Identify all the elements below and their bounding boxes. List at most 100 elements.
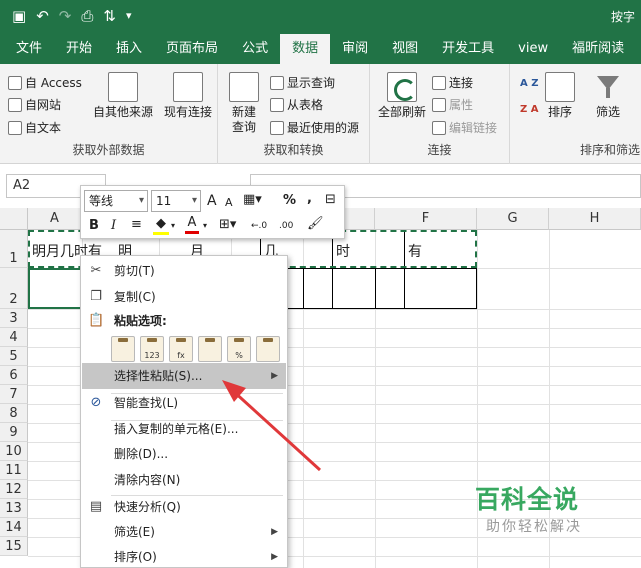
sort-za-icon[interactable]: Z A	[520, 104, 538, 115]
tab-data[interactable]: 数据	[280, 34, 331, 64]
menu-item-cut[interactable]: ✂ 剪切(T)	[82, 258, 286, 284]
paste-link-icon[interactable]	[256, 336, 280, 362]
connections-icon	[432, 75, 446, 90]
watermark-title: 百科全说	[475, 485, 580, 514]
paste-values-icon[interactable]: 123	[140, 336, 164, 362]
customize-qat-icon[interactable]: ▾	[126, 7, 132, 25]
connections-button[interactable]: 连接	[432, 74, 473, 91]
menu-item-delete[interactable]: 删除(D)...	[82, 441, 286, 467]
menu-item-smart-lookup[interactable]: ⊘ 智能查找(L)	[82, 390, 286, 416]
tab-insert[interactable]: 插入	[104, 34, 154, 64]
row-header-6[interactable]: 6	[0, 366, 28, 385]
new-query-button[interactable]: 新建 查询	[224, 72, 264, 135]
font-color-dropdown-icon[interactable]: ▾	[203, 218, 207, 234]
from-table-button[interactable]: 从表格	[270, 96, 323, 113]
tab-foxit[interactable]: 福昕阅读	[560, 34, 636, 64]
row-header-1[interactable]: 1	[0, 230, 28, 268]
select-all-corner[interactable]	[0, 208, 28, 230]
save-icon[interactable]: ▣	[12, 7, 26, 25]
properties-icon	[432, 97, 446, 112]
from-text-button[interactable]: 自文本	[8, 119, 61, 136]
tab-formulas[interactable]: 公式	[230, 34, 280, 64]
menu-item-copy[interactable]: ❐ 复制(C)	[82, 284, 286, 310]
paste-icon[interactable]	[111, 336, 135, 362]
row-header-14[interactable]: 14	[0, 518, 28, 537]
align-center-icon[interactable]: ≡	[131, 217, 142, 233]
borders-icon[interactable]: ⊞▾	[219, 217, 236, 233]
row-header-5[interactable]: 5	[0, 347, 28, 366]
access-icon	[8, 75, 22, 90]
row-header-4[interactable]: 4	[0, 328, 28, 347]
grow-font-button[interactable]: A	[207, 193, 217, 209]
tab-review[interactable]: 审阅	[330, 34, 380, 64]
tab-view[interactable]: 视图	[380, 34, 430, 64]
paste-formulas-icon[interactable]: fx	[169, 336, 193, 362]
row-header-11[interactable]: 11	[0, 461, 28, 480]
format-painter-table-icon[interactable]: ⊟	[325, 192, 336, 208]
filter-button[interactable]: 筛选	[588, 72, 628, 120]
fill-color-dropdown-icon[interactable]: ▾	[171, 218, 175, 234]
tab-developer[interactable]: 开发工具	[430, 34, 506, 64]
row-header-15[interactable]: 15	[0, 537, 28, 556]
paste-transpose-icon[interactable]	[198, 336, 222, 362]
column-header-g[interactable]: G	[477, 208, 549, 230]
tab-home[interactable]: 开始	[54, 34, 104, 64]
sort-button[interactable]: 排序	[540, 72, 580, 120]
menu-item-filter[interactable]: 筛选(E) ▶	[82, 519, 286, 545]
existing-connections-button[interactable]: 现有连接	[160, 72, 216, 120]
menu-item-paste-special[interactable]: 选择性粘贴(S)... ▶	[82, 363, 286, 389]
row-header-12[interactable]: 12	[0, 480, 28, 499]
fill-color-icon[interactable]: ◆	[153, 216, 169, 235]
menu-item-quick-analysis[interactable]: ▤ 快速分析(Q)	[82, 494, 286, 520]
shrink-font-button[interactable]: A	[225, 195, 233, 211]
row-header-9[interactable]: 9	[0, 423, 28, 442]
print-preview-icon[interactable]: ⎙	[81, 7, 93, 25]
percent-style-button[interactable]: %	[283, 193, 296, 209]
recent-sources-icon	[270, 120, 284, 135]
properties-button[interactable]: 属性	[432, 96, 473, 113]
column-header-h[interactable]: H	[549, 208, 641, 230]
active-cell-a2[interactable]	[28, 268, 82, 309]
table-border	[476, 268, 477, 309]
undo-icon[interactable]: ↶	[36, 7, 49, 25]
other-sources-icon	[108, 72, 138, 102]
sort-az-icon[interactable]: A Z	[520, 78, 538, 89]
menu-item-clear-contents[interactable]: 清除内容(N)	[82, 467, 286, 493]
row-header-7[interactable]: 7	[0, 385, 28, 404]
column-header-f[interactable]: F	[375, 208, 477, 230]
from-other-sources-button[interactable]: 自其他来源	[90, 72, 156, 120]
tab-file[interactable]: 文件	[4, 34, 54, 64]
recent-sources-button[interactable]: 最近使用的源	[270, 119, 359, 136]
from-access-button[interactable]: 自 Access	[8, 74, 82, 91]
italic-button[interactable]: I	[111, 218, 116, 234]
redo-icon[interactable]: ↷	[59, 7, 72, 25]
column-header-a[interactable]: A	[28, 208, 82, 230]
font-name-select[interactable]: 等线	[84, 190, 148, 212]
increase-decimal-button[interactable]: ←.0	[251, 218, 267, 234]
menu-item-insert-copied-cells[interactable]: 插入复制的单元格(E)...	[82, 416, 286, 442]
menu-item-sort[interactable]: 排序(O) ▶	[82, 544, 286, 568]
bold-button[interactable]: B	[89, 218, 99, 234]
show-queries-button[interactable]: 显示查询	[270, 74, 335, 91]
format-painter-icon[interactable]: 🖌	[307, 216, 324, 232]
quick-analysis-icon: ▤	[89, 499, 103, 514]
font-color-button[interactable]: A	[185, 215, 199, 234]
sort-icon[interactable]: ⇅	[103, 7, 116, 25]
row-header-10[interactable]: 10	[0, 442, 28, 461]
comma-style-button[interactable]: ,	[307, 191, 312, 207]
font-size-select[interactable]: 11	[151, 190, 201, 212]
tab-view-en[interactable]: view	[506, 34, 560, 64]
refresh-all-button[interactable]: 全部刷新	[376, 72, 428, 120]
row-header-2[interactable]: 2	[0, 268, 28, 309]
title-bar: ▣ ↶ ↷ ⎙ ⇅ ▾ 按字	[0, 0, 641, 34]
row-header-13[interactable]: 13	[0, 499, 28, 518]
row-header-8[interactable]: 8	[0, 404, 28, 423]
edit-links-button[interactable]: 编辑链接	[432, 119, 497, 136]
number-format-icon[interactable]: ▦▾	[243, 192, 262, 208]
from-web-button[interactable]: 自网站	[8, 96, 61, 113]
paste-formatting-icon[interactable]: %	[227, 336, 251, 362]
tab-page-layout[interactable]: 页面布局	[154, 34, 230, 64]
group-label-connections: 连接	[427, 143, 452, 157]
decrease-decimal-button[interactable]: .00	[279, 218, 293, 234]
row-header-3[interactable]: 3	[0, 309, 28, 328]
